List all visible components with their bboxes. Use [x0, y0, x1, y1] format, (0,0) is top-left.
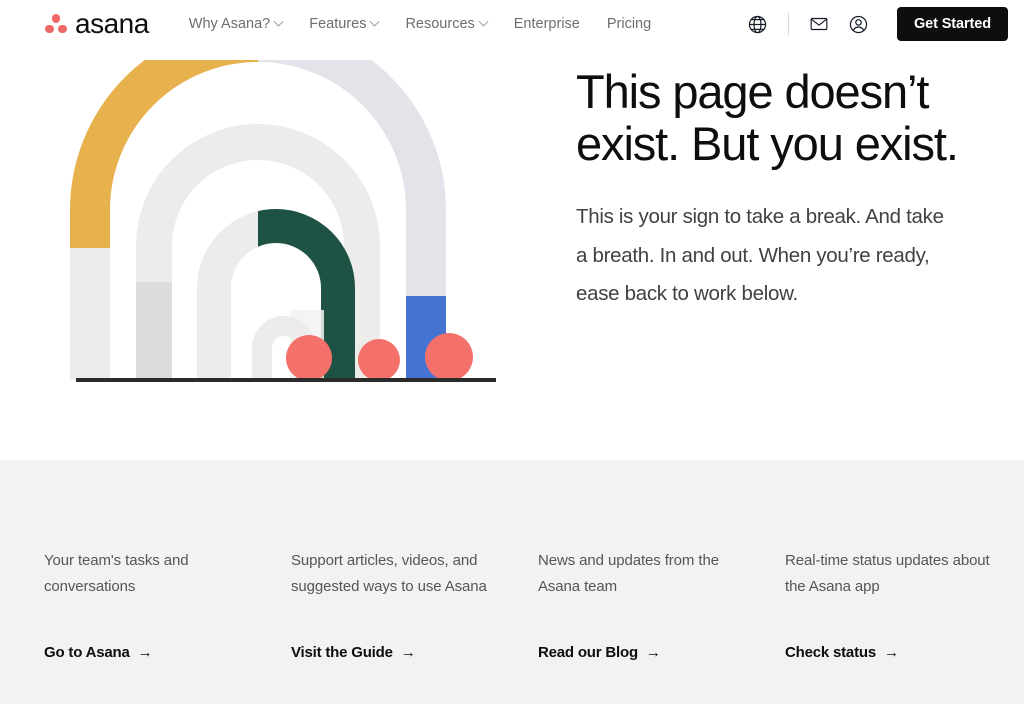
column-description: Support articles, videos, and suggested …	[291, 552, 487, 595]
nav-item-enterprise[interactable]: Enterprise	[514, 16, 580, 32]
column-description: Real-time status updates about the Asana…	[785, 552, 990, 595]
site-header: asana Why Asana? Features Resources Ente…	[0, 0, 1024, 48]
main-navigation: Why Asana? Features Resources Enterprise…	[189, 16, 651, 32]
column-description: Your team's tasks and conversations	[44, 552, 189, 595]
nav-label: Pricing	[606, 16, 652, 32]
nav-label: Features	[309, 16, 367, 32]
arrow-right-icon: →	[645, 643, 661, 661]
asana-logo[interactable]: asana	[44, 10, 149, 38]
nav-label: Why Asana?	[188, 16, 271, 32]
coral-circle	[425, 333, 473, 381]
user-circle-icon[interactable]	[847, 12, 871, 36]
arrow-right-icon: →	[400, 643, 416, 661]
link-label: Check status	[785, 643, 876, 661]
chevron-down-icon	[273, 16, 284, 27]
link-visit-the-guide[interactable]: Visit the Guide →	[291, 644, 416, 661]
nav-item-pricing[interactable]: Pricing	[607, 16, 651, 32]
resource-links-panel: Your team's tasks and conversations Go t…	[0, 460, 1024, 704]
chevron-down-icon	[478, 16, 489, 27]
hero-section: This page doesn’t exist. But you exist. …	[0, 48, 1024, 460]
coral-circle	[358, 339, 400, 381]
panel-column-guide: Support articles, videos, and suggested …	[291, 548, 538, 704]
page-title: This page doesn’t exist. But you exist.	[576, 65, 959, 170]
get-started-button[interactable]: Get Started	[896, 7, 1008, 41]
link-check-status[interactable]: Check status →	[785, 644, 899, 661]
asana-dots-logo-icon	[44, 13, 68, 35]
coral-circle	[286, 335, 332, 381]
panel-column-go-to-asana: Your team's tasks and conversations Go t…	[44, 548, 291, 704]
hero-illustration	[0, 48, 576, 400]
envelope-icon[interactable]	[807, 12, 831, 36]
nav-label: Resources	[405, 16, 475, 32]
arrow-right-icon: →	[883, 643, 899, 661]
link-label: Go to Asana	[44, 643, 130, 661]
link-label: Read our Blog	[538, 643, 638, 661]
arrow-right-icon: →	[137, 643, 153, 661]
link-label: Visit the Guide	[291, 643, 393, 661]
chevron-down-icon	[370, 16, 380, 27]
header-actions: Get Started	[746, 7, 1008, 41]
panel-column-status: Real-time status updates about the Asana…	[785, 548, 1024, 704]
link-go-to-asana[interactable]: Go to Asana →	[44, 643, 153, 661]
globe-icon[interactable]	[746, 12, 770, 36]
hero-copy: This page doesn’t exist. But you exist. …	[576, 48, 986, 314]
panel-column-blog: News and updates from the Asana team Rea…	[538, 548, 785, 704]
column-description: News and updates from the Asana team	[538, 552, 719, 595]
nav-label: Enterprise	[513, 16, 580, 32]
nav-item-why-asana[interactable]: Why Asana?	[188, 16, 284, 32]
arches-404-illustration-svg	[70, 60, 496, 382]
link-read-our-blog[interactable]: Read our Blog →	[538, 644, 661, 661]
brand-wordmark: asana	[75, 8, 149, 39]
nav-item-features[interactable]: Features	[309, 16, 380, 32]
nav-item-resources[interactable]: Resources	[405, 16, 489, 32]
header-divider	[787, 13, 789, 35]
ground-line	[76, 378, 496, 382]
hero-body-text: This is your sign to take a break. And t…	[576, 205, 944, 306]
